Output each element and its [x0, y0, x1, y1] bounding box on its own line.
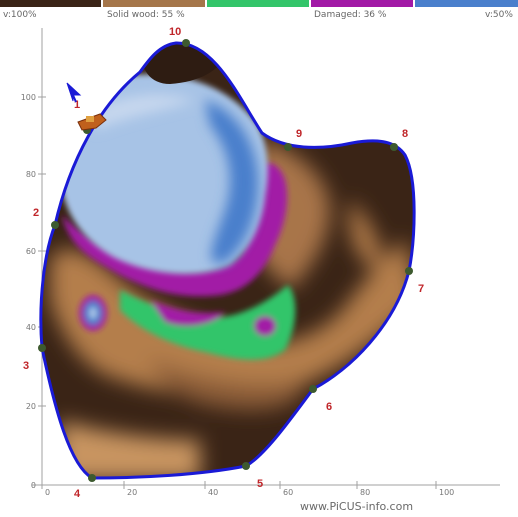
sensor-point-6[interactable] [309, 385, 317, 393]
y-tick-label: 100 [21, 93, 36, 102]
watermark: www.PiCUS-info.com [300, 500, 414, 513]
sensor-label-10: 10 [169, 26, 181, 38]
x-tick-label: 80 [360, 488, 370, 497]
sensor-label-8: 8 [402, 128, 408, 140]
sensor-point-7[interactable] [405, 267, 413, 275]
x-tick-label: 100 [439, 488, 454, 497]
sensor-label-9: 9 [296, 128, 302, 140]
x-tick-label: 60 [283, 488, 293, 497]
sensor-point-10[interactable] [182, 39, 190, 47]
sensor-label-3: 3 [23, 360, 29, 372]
sensor-label-6: 6 [326, 401, 332, 413]
sensor-point-8[interactable] [390, 143, 398, 151]
sensor-label-2: 2 [33, 207, 39, 219]
sensor-point-4[interactable] [88, 474, 96, 482]
sensor-point-5[interactable] [242, 462, 250, 470]
sensor-label-5: 5 [257, 478, 263, 490]
y-tick-label: 60 [26, 247, 36, 256]
sensor-label-4: 4 [74, 488, 81, 500]
y-tick-label: 0 [31, 481, 36, 490]
y-tick-label: 20 [26, 402, 36, 411]
x-tick-label: 40 [208, 488, 218, 497]
sensor-label-7: 7 [418, 283, 424, 295]
sensor-point-9[interactable] [284, 143, 292, 151]
sensor-point-2[interactable] [51, 221, 59, 229]
x-ticks: 0 20 40 60 80 100 [41, 481, 454, 497]
y-tick-label: 40 [26, 323, 36, 332]
x-tick-label: 0 [45, 488, 50, 497]
x-tick-label: 20 [127, 488, 137, 497]
sensor-point-3[interactable] [38, 344, 46, 352]
tomogram: 0 20 40 60 80 100 0 20 40 60 80 100 1 2 3 4 5… [21, 26, 500, 500]
y-tick-label: 80 [26, 170, 36, 179]
